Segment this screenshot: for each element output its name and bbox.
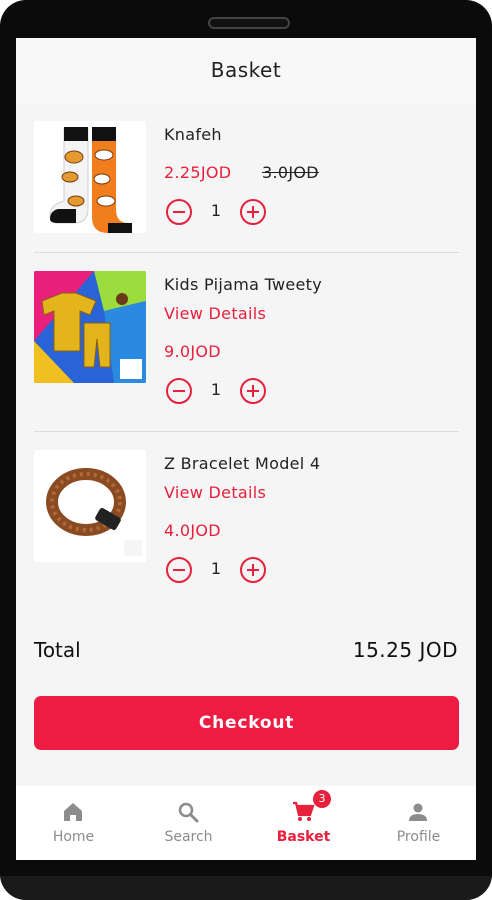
item-old-price: 3.0JOD: [262, 163, 319, 182]
basket-item: Z Bracelet Model 4 View Details 4.0JOD 1: [16, 450, 476, 610]
minus-icon: [173, 211, 185, 213]
total-value: 15.25 JOD: [352, 638, 458, 662]
speaker-grille: [208, 17, 290, 29]
view-details-link[interactable]: View Details: [164, 483, 266, 502]
nav-item-search[interactable]: Search: [131, 786, 246, 860]
nav-item-profile[interactable]: Profile: [361, 786, 476, 860]
item-quantity: 1: [210, 559, 222, 578]
basket-item: Kids Pijama Tweety View Details 9.0JOD 1: [16, 271, 476, 431]
decrease-quantity-button[interactable]: [166, 557, 192, 583]
search-icon: [178, 802, 199, 823]
cart-count-badge: 3: [313, 790, 331, 808]
nav-label: Search: [164, 829, 213, 845]
bracelet-product-image[interactable]: [34, 450, 146, 562]
bottom-navigation: Home Search 3 Basket Profile: [16, 786, 476, 860]
total-label: Total: [34, 638, 81, 662]
phone-frame: Basket Knafeh 2.25JOD 3.0JOD 1 Kids Pija…: [0, 0, 492, 900]
increase-quantity-button[interactable]: [240, 199, 266, 225]
checkout-button[interactable]: Checkout: [34, 696, 459, 750]
decrease-quantity-button[interactable]: [166, 378, 192, 404]
divider: [34, 252, 459, 253]
item-price: 2.25JOD: [164, 163, 232, 182]
minus-icon: [173, 390, 185, 392]
divider: [34, 431, 459, 432]
view-details-link[interactable]: View Details: [164, 304, 266, 323]
item-quantity: 1: [210, 380, 222, 399]
app-screen: Basket Knafeh 2.25JOD 3.0JOD 1 Kids Pija…: [16, 38, 476, 860]
socks-product-image[interactable]: [34, 121, 146, 233]
page-title: Basket: [210, 58, 282, 82]
pajama-product-image[interactable]: [34, 271, 146, 383]
item-name: Knafeh: [164, 125, 222, 144]
nav-label: Profile: [396, 829, 441, 845]
nav-item-basket[interactable]: 3 Basket: [246, 786, 361, 860]
top-bar: Basket: [16, 38, 476, 104]
item-price: 4.0JOD: [164, 521, 221, 540]
minus-icon: [173, 569, 185, 571]
home-icon: [64, 803, 82, 821]
decrease-quantity-button[interactable]: [166, 199, 192, 225]
nav-item-home[interactable]: Home: [16, 786, 131, 860]
increase-quantity-button[interactable]: [240, 378, 266, 404]
item-name: Z Bracelet Model 4: [164, 454, 321, 473]
item-quantity: 1: [210, 201, 222, 220]
item-name: Kids Pijama Tweety: [164, 275, 323, 294]
basket-item: Knafeh 2.25JOD 3.0JOD 1: [16, 121, 476, 251]
person-icon: [409, 803, 427, 821]
cart-icon: [293, 801, 315, 821]
nav-label: Basket: [276, 829, 331, 845]
nav-label: Home: [52, 829, 95, 845]
item-price: 9.0JOD: [164, 342, 221, 361]
increase-quantity-button[interactable]: [240, 557, 266, 583]
device-bottom-bezel: [0, 876, 492, 900]
